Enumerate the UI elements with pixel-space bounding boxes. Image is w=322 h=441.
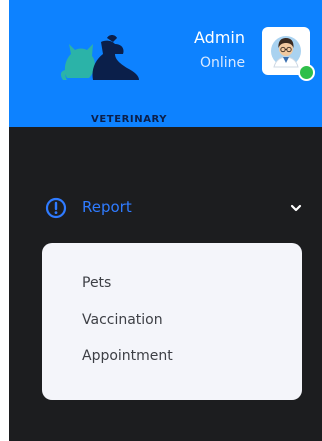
submenu-item-vaccination[interactable]: Vaccination — [82, 312, 163, 328]
page-margin — [0, 0, 9, 441]
user-name: Admin — [194, 28, 245, 47]
user-status: Online — [200, 55, 246, 71]
logo-text: VETERINARY — [91, 114, 168, 125]
pet-silhouette-icon — [60, 35, 139, 80]
info-circle-icon — [45, 197, 67, 219]
online-status-dot — [298, 64, 315, 81]
sidebar-item-label: Report — [82, 198, 132, 216]
veterinary-logo[interactable]: VETERINARY — [49, 30, 167, 125]
sidebar-item-report[interactable]: Report — [44, 196, 312, 220]
report-submenu: Pets Vaccination Appointment — [42, 243, 302, 400]
sidebar-header: VETERINARY Admin Online — [9, 0, 322, 127]
chevron-down-icon[interactable] — [289, 201, 303, 215]
sidebar: Report Pets Vaccination Appointment — [9, 127, 322, 441]
submenu-item-appointment[interactable]: Appointment — [82, 348, 173, 364]
submenu-item-pets[interactable]: Pets — [82, 275, 111, 291]
